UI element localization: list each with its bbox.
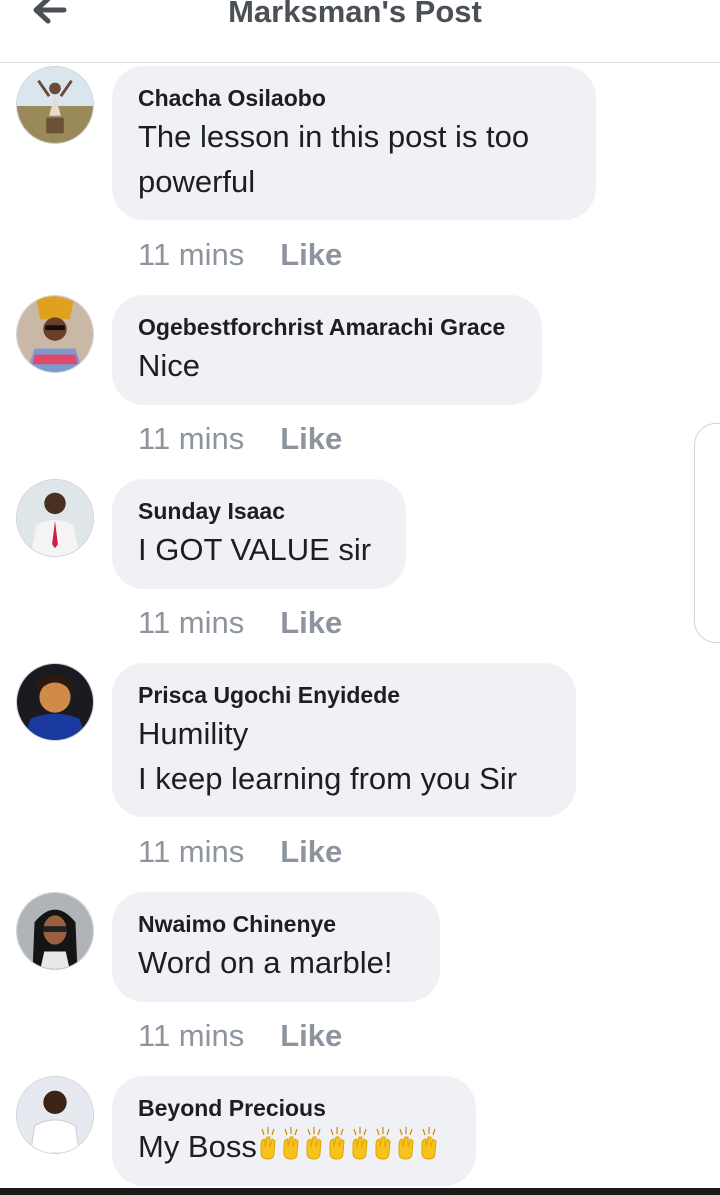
comment-time: 11 mins: [138, 1018, 245, 1053]
like-button[interactable]: Like: [280, 237, 342, 272]
side-card[interactable]: [694, 423, 720, 643]
like-button[interactable]: Like: [280, 1018, 342, 1053]
avatar[interactable]: [16, 1076, 94, 1154]
avatar[interactable]: [16, 295, 94, 373]
comment-bubble[interactable]: Chacha Osilaobo The lesson in this post …: [112, 66, 596, 220]
comment-author[interactable]: Ogebestforchrist Amarachi Grace: [138, 313, 516, 341]
comment-author[interactable]: Sunday Isaac: [138, 497, 380, 525]
comment-text-value: My Boss: [138, 1129, 257, 1164]
comment-meta: 11 mins Like: [138, 834, 342, 870]
like-button[interactable]: Like: [280, 605, 342, 640]
clapping-hands-icon: [257, 1127, 441, 1164]
comment-text: The lesson in this post is too powerful: [138, 119, 530, 199]
comment-meta: 11 mins Like: [138, 1018, 342, 1054]
avatar[interactable]: [16, 479, 94, 557]
avatar-photo: [17, 664, 93, 740]
like-button[interactable]: Like: [280, 421, 342, 456]
comment-bubble[interactable]: Beyond Precious My Boss: [112, 1076, 476, 1186]
comment-meta: 11 mins Like: [138, 421, 342, 457]
like-button[interactable]: Like: [280, 834, 342, 869]
comment-meta: 11 mins Like: [138, 605, 342, 641]
comment-time: 11 mins: [138, 237, 245, 272]
avatar-photo: [17, 296, 93, 372]
comment-time: 11 mins: [138, 834, 245, 869]
comment-text: My Boss: [138, 1124, 450, 1169]
comment-meta: 11 mins Like: [138, 237, 342, 273]
comment-bubble[interactable]: Sunday Isaac I GOT VALUE sir: [112, 479, 406, 589]
avatar[interactable]: [16, 663, 94, 741]
comment-bubble[interactable]: Ogebestforchrist Amarachi Grace Nice: [112, 295, 542, 405]
comment-author[interactable]: Nwaimo Chinenye: [138, 910, 414, 938]
comment-text: Word on a marble!: [138, 945, 393, 980]
comment-bubble[interactable]: Nwaimo Chinenye Word on a marble!: [112, 892, 440, 1002]
comment-text: Nice: [138, 348, 201, 383]
avatar[interactable]: [16, 892, 94, 970]
bottom-edge: [0, 1188, 720, 1195]
avatar-photo: [17, 67, 93, 143]
page-title: Marksman's Post: [228, 0, 482, 29]
comment-text: Humility I keep learning from you Sir: [138, 716, 518, 796]
avatar-photo: [17, 480, 93, 556]
avatar-photo: [17, 893, 93, 969]
comment-text: I GOT VALUE sir: [138, 532, 372, 567]
comment-time: 11 mins: [138, 421, 245, 456]
comment-author[interactable]: Chacha Osilaobo: [138, 84, 570, 112]
comment-bubble[interactable]: Prisca Ugochi Enyidede Humility I keep l…: [112, 663, 576, 817]
avatar-photo: [17, 1077, 93, 1153]
comment-author[interactable]: Beyond Precious: [138, 1094, 450, 1122]
avatar[interactable]: [16, 66, 94, 144]
comment-author[interactable]: Prisca Ugochi Enyidede: [138, 681, 550, 709]
top-bar: Marksman's Post: [0, 0, 720, 63]
comment-time: 11 mins: [138, 605, 245, 640]
